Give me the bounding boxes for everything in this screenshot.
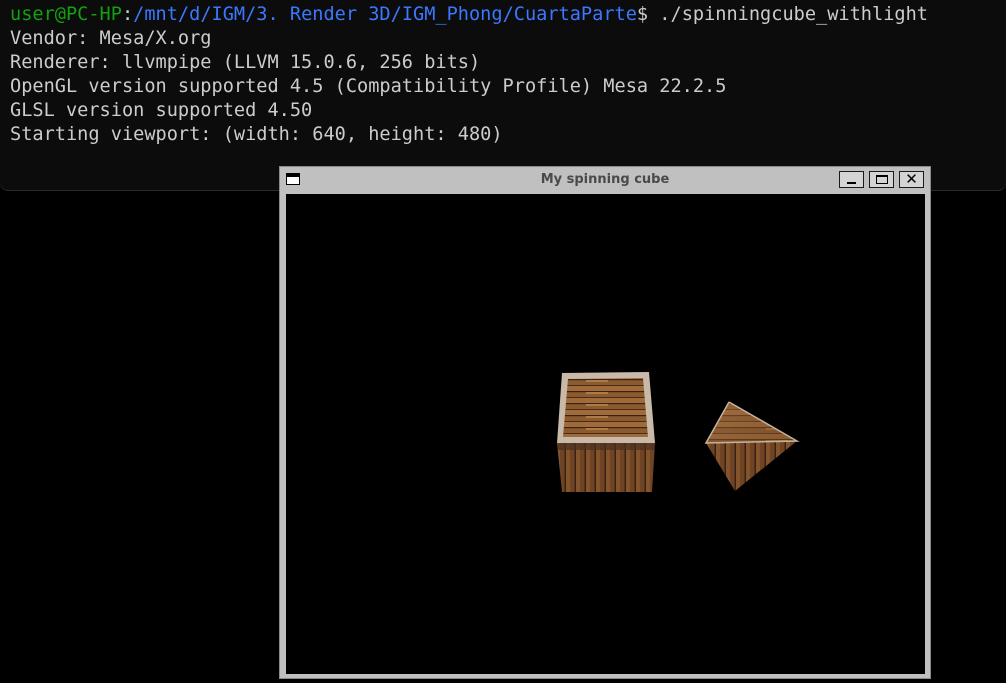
window-title: My spinning cube [540, 172, 670, 187]
desktop: user@PC-HP:/mnt/d/IGM/3. Render 3D/IGM_P… [0, 0, 1006, 683]
gl-viewport[interactable] [286, 194, 925, 674]
terminal-output-line: Renderer: llvmpipe (LLVM 15.0.6, 256 bit… [10, 52, 481, 73]
terminal-output-line: GLSL version supported 4.50 [10, 100, 313, 121]
terminal-output-line: OpenGL version supported 4.5 (Compatibil… [10, 76, 727, 97]
prompt-command: ./spinningcube_withlight [648, 4, 928, 25]
prompt-user-host: user@PC-HP [10, 4, 122, 25]
close-button[interactable]: ✕ [899, 171, 924, 188]
close-icon: ✕ [905, 170, 918, 188]
prompt-path: /mnt/d/IGM/3. Render 3D/IGM_Phong/Cuarta… [133, 4, 637, 25]
wooden-crate [557, 372, 655, 492]
minimize-button[interactable] [839, 171, 864, 188]
opengl-window[interactable]: My spinning cube ✕ [279, 166, 931, 679]
prompt-separator: : [121, 4, 134, 25]
window-titlebar[interactable]: My spinning cube ✕ [280, 167, 930, 193]
terminal-window[interactable]: user@PC-HP:/mnt/d/IGM/3. Render 3D/IGM_P… [0, 0, 1006, 190]
maximize-icon [875, 175, 888, 184]
gl-scene [557, 372, 800, 492]
maximize-button[interactable] [869, 171, 894, 188]
terminal-output-line: Starting viewport: (width: 640, height: … [10, 124, 503, 145]
terminal-output-line: Vendor: Mesa/X.org [10, 28, 212, 49]
minimize-icon [847, 182, 856, 184]
terminal-prompt-line: user@PC-HP:/mnt/d/IGM/3. Render 3D/IGM_P… [10, 3, 928, 27]
prompt-symbol: $ [636, 4, 649, 25]
window-menu-icon[interactable] [286, 173, 300, 185]
wooden-crate-tilted [704, 401, 800, 491]
